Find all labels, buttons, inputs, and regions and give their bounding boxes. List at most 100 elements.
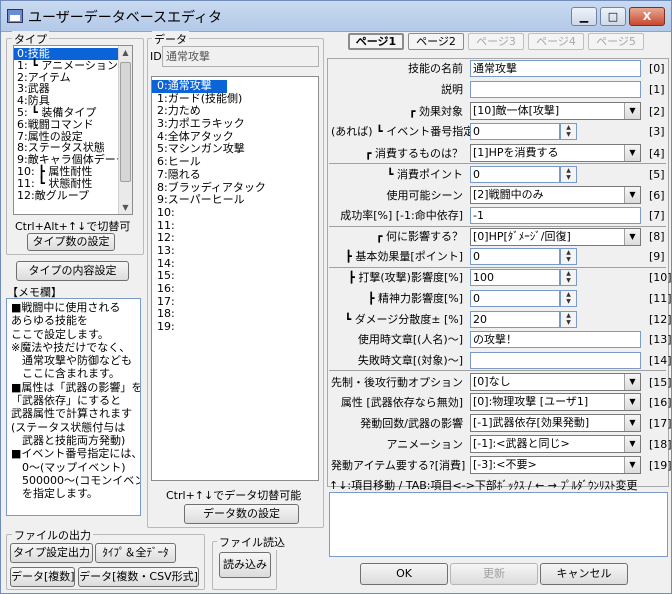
memo-textarea[interactable]: ■戦闘中に使用される あらゆる技能を ここで設定します。 ※魔法や技だけでなく、… — [6, 298, 141, 516]
type-list-item[interactable]: 11: ┗ 状態耐性 — [14, 177, 132, 190]
export-type-all-button[interactable]: ﾀｲﾌﾟ＆全ﾃﾞｰﾀ — [95, 543, 176, 563]
type-list-item[interactable]: 5: ┗ 装備タイプ — [14, 107, 132, 119]
field-index: [1] — [649, 83, 665, 96]
cost-spinner[interactable]: ▲ ▼ — [560, 166, 577, 183]
chevron-down-icon[interactable]: ▼ — [624, 229, 640, 245]
chevron-down-icon[interactable]: ▼ — [624, 145, 640, 161]
type-content-button[interactable]: タイプの内容設定 — [16, 261, 129, 281]
event-number-input[interactable]: 0 — [470, 123, 560, 140]
consume-select-value: [1]HPを消費する — [473, 146, 559, 159]
chevron-down-icon[interactable]: ▼ — [624, 394, 640, 410]
mind-influence-spinner[interactable]: ▲ ▼ — [560, 290, 577, 307]
scroll-up-icon[interactable]: ▲ — [119, 46, 132, 59]
ok-button[interactable]: OK — [360, 563, 448, 585]
event-number-spinner[interactable]: ▲ ▼ — [560, 123, 577, 140]
scroll-down-icon[interactable]: ▼ — [119, 201, 132, 214]
description-input[interactable] — [470, 81, 641, 98]
animation-select[interactable]: [-1]:<武器と同じ> ▼ — [470, 435, 641, 453]
type-count-button[interactable]: タイプ数の設定 — [27, 233, 115, 251]
chevron-down-icon[interactable]: ▼ — [624, 457, 640, 473]
consume-select[interactable]: [1]HPを消費する ▼ — [470, 144, 641, 162]
dispersion-spinner[interactable]: ▲ ▼ — [560, 311, 577, 328]
scroll-thumb[interactable] — [120, 62, 131, 182]
field-index: [8] — [649, 230, 665, 243]
attribute-select[interactable]: [0]:物理攻撃 [ユーザ1] ▼ — [470, 393, 641, 411]
hit-count-select[interactable]: [-1]武器依存[効果発動] ▼ — [470, 414, 641, 432]
target-select[interactable]: [10]敵一体[攻撃] ▼ — [470, 102, 641, 120]
chevron-down-icon[interactable]: ▼ — [624, 436, 640, 452]
data-list-item[interactable]: 9:スーパーヒール — [152, 194, 318, 207]
attribute-label: 属性 [武器依存なら無効] — [340, 396, 463, 409]
chevron-down-icon[interactable]: ▼ — [624, 187, 640, 203]
dispersion-input[interactable]: 20 — [470, 311, 560, 328]
required-item-select[interactable]: [-3]:<不要> ▼ — [470, 456, 641, 474]
base-amount-input[interactable]: 0 — [470, 248, 560, 265]
chevron-down-icon[interactable]: ▼ — [624, 415, 640, 431]
editor-window: ユーザーデータベースエディタ ▁ □ X タイプ 0:技能 1: ┗ アニメーシ… — [0, 0, 672, 594]
tab-page2[interactable]: ページ2 — [408, 33, 464, 50]
chevron-down-icon[interactable]: ▼ — [624, 374, 640, 390]
priority-select-value: [0]なし — [473, 375, 511, 388]
fail-message-input[interactable] — [470, 352, 641, 369]
type-list-item[interactable]: 10: ┣ 属性耐性 — [14, 166, 132, 178]
data-list-item[interactable]: 3:力ポエラキック — [152, 118, 318, 131]
memo-line: ■イベント番号指定には、 — [11, 447, 141, 461]
export-type-button[interactable]: タイプ設定出力 — [10, 543, 93, 563]
data-list-item[interactable]: 6:ヒール — [152, 156, 318, 169]
tab-page3[interactable]: ページ3 — [468, 33, 524, 50]
base-amount-spinner[interactable]: ▲ ▼ — [560, 248, 577, 265]
data-list-item[interactable]: 11: — [152, 219, 318, 233]
data-list-item[interactable]: 14: — [152, 257, 318, 271]
type-list-item[interactable]: 6:戦闘コマンド — [14, 118, 132, 131]
event-number-label: (あれば) ┗ イベント番号指定 — [331, 125, 475, 138]
data-count-button[interactable]: データ数の設定 — [184, 504, 299, 524]
data-list-item[interactable]: 10: — [152, 207, 318, 220]
data-list-item[interactable]: 19: — [152, 321, 318, 334]
maximize-button[interactable]: □ — [600, 7, 626, 26]
field-index: [0] — [649, 62, 665, 75]
data-list-item[interactable]: 15: — [152, 270, 318, 283]
export-data-multi-button[interactable]: データ[複数] — [10, 567, 75, 587]
type-list-item[interactable]: 12:敵グループ — [14, 189, 132, 202]
cancel-button[interactable]: キャンセル — [540, 563, 628, 585]
animation-select-value: [-1]:<武器と同じ> — [473, 437, 570, 450]
use-message-input[interactable]: の攻撃！ — [470, 331, 641, 348]
data-list-item[interactable]: 13: — [152, 245, 318, 258]
success-rate-input[interactable]: -1 — [470, 207, 641, 224]
base-amount-label: ┣ 基本効果量[ポイント] — [345, 250, 463, 263]
id-name-field: 通常攻撃 — [162, 46, 319, 67]
memo-line: ここで設定します。 — [11, 327, 109, 341]
scene-select[interactable]: [2]戦闘中のみ ▼ — [470, 186, 641, 204]
export-data-csv-button[interactable]: データ[複数・CSV形式] — [78, 567, 199, 587]
load-button[interactable]: 読み込み — [219, 552, 271, 578]
data-list[interactable]: 0:通常攻撃 1:ガード(技能側) 2:力ため 3:力ポエラキック 4:全体アタ… — [151, 76, 319, 481]
skill-name-input[interactable]: 通常攻撃 — [470, 60, 641, 77]
attack-influence-spinner[interactable]: ▲ ▼ — [560, 269, 577, 286]
data-list-item[interactable]: 16: — [152, 283, 318, 296]
data-list-item[interactable]: 12: — [152, 232, 318, 245]
type-list-scrollbar[interactable]: ▲ ▼ — [118, 46, 132, 214]
tab-page4[interactable]: ページ4 — [528, 33, 584, 50]
field-index: [12] — [649, 313, 672, 326]
minimize-button[interactable]: ▁ — [571, 7, 597, 26]
field-index: [16] — [649, 396, 672, 409]
chevron-down-icon[interactable]: ▼ — [624, 103, 640, 119]
apply-button[interactable]: 更新 — [450, 563, 538, 585]
help-detail-box[interactable] — [329, 492, 668, 557]
data-list-item[interactable]: 18: — [152, 308, 318, 321]
affect-select[interactable]: [0]HP[ﾀﾞﾒｰｼﾞ/回復] ▼ — [470, 228, 641, 246]
priority-select[interactable]: [0]なし ▼ — [470, 373, 641, 391]
type-list-item[interactable]: 1: ┗ アニメーション — [14, 59, 132, 72]
attack-influence-input[interactable]: 100 — [470, 269, 560, 286]
data-list-item[interactable]: 17: — [152, 295, 318, 309]
tab-page1[interactable]: ページ1 — [348, 33, 404, 50]
cost-input[interactable]: 0 — [470, 166, 560, 183]
type-list[interactable]: 0:技能 1: ┗ アニメーション 2:アイテム 3:武器 4:防具 5: ┗ … — [13, 45, 133, 215]
memo-line: ここに含まれます。 — [11, 367, 120, 381]
close-button[interactable]: X — [629, 7, 665, 26]
title-bar[interactable]: ユーザーデータベースエディタ ▁ □ X — [1, 1, 671, 32]
tab-page5[interactable]: ページ5 — [588, 33, 644, 50]
mind-influence-input[interactable]: 0 — [470, 290, 560, 307]
data-list-item[interactable]: 7:隠れる — [152, 168, 318, 182]
data-list-item[interactable]: 0:通常攻撃 — [152, 80, 227, 93]
